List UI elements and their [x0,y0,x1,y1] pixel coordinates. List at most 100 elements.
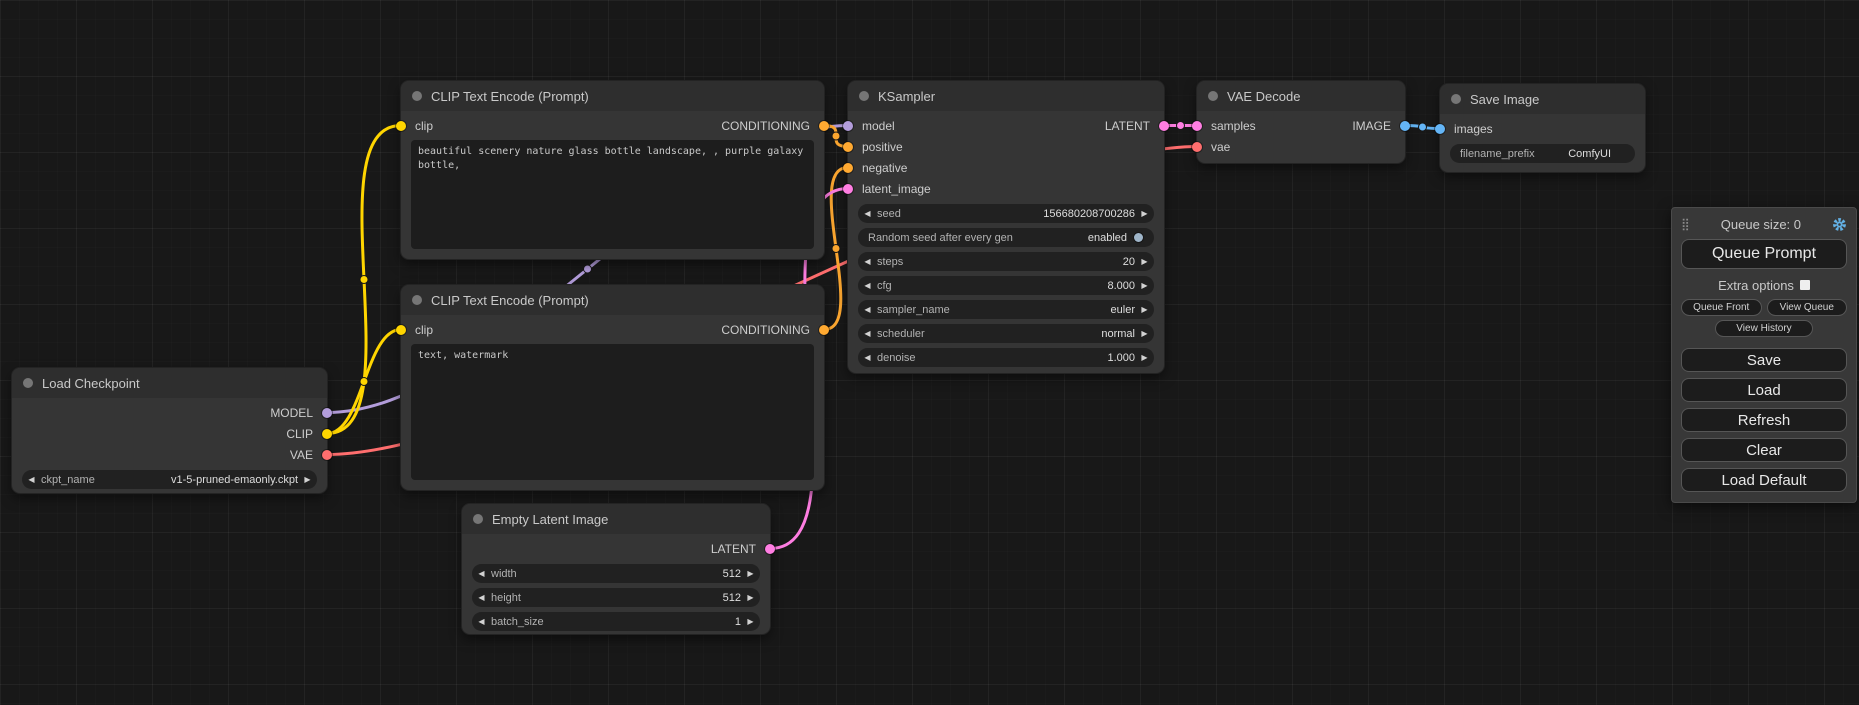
node-save-image[interactable]: Save Image images filename_prefix ComfyU… [1440,84,1645,172]
node-clip-text-encode-positive[interactable]: CLIP Text Encode (Prompt) clip CONDITION… [401,81,824,259]
sampler-name-widget[interactable]: ◀ sampler_name euler ▶ [858,300,1154,319]
image-output-port[interactable] [1400,121,1410,131]
node-empty-latent-image[interactable]: Empty Latent Image LATENT ◀ width 512 ▶ … [462,504,770,634]
prompt-text-input[interactable]: beautiful scenery nature glass bottle la… [411,140,814,249]
load-button[interactable]: Load [1681,378,1847,402]
decrease-arrow-icon[interactable]: ◀ [858,204,877,223]
drag-handle-icon[interactable]: ⣿ [1681,217,1690,231]
queue-buttons-row: Queue Front View Queue [1681,299,1847,316]
negative-input-port[interactable] [843,163,853,173]
prompt-text-input[interactable]: text, watermark [411,344,814,480]
steps-widget[interactable]: ◀ steps 20 ▶ [858,252,1154,271]
queue-front-button[interactable]: Queue Front [1681,299,1762,316]
widget-label: Random seed after every gen [868,232,1013,244]
widget-label: denoise [877,352,916,364]
node-title-bar[interactable]: CLIP Text Encode (Prompt) [401,285,824,315]
increase-arrow-icon[interactable]: ▶ [741,612,760,631]
latent-image-input-port[interactable] [843,184,853,194]
decrease-arrow-icon[interactable]: ◀ [472,612,491,631]
decrease-arrow-icon[interactable]: ◀ [472,564,491,583]
save-button[interactable]: Save [1681,348,1847,372]
random-seed-toggle-widget[interactable]: Random seed after every gen enabled [858,228,1154,247]
menu-header: ⣿ Queue size: 0 [1681,213,1847,235]
clip-input-port[interactable] [396,121,406,131]
model-output-port[interactable] [322,408,332,418]
increase-arrow-icon[interactable]: ▶ [1135,276,1154,295]
vae-input-port[interactable] [1192,142,1202,152]
samples-input-slot: samples [1197,115,1301,136]
positive-input-port[interactable] [843,142,853,152]
refresh-button[interactable]: Refresh [1681,408,1847,432]
prev-value-arrow-icon[interactable]: ◀ [22,470,41,489]
decrease-arrow-icon[interactable]: ◀ [858,276,877,295]
ckpt-name-widget[interactable]: ◀ ckpt_name v1-5-pruned-emaonly.ckpt ▶ [22,470,317,489]
toggle-indicator-icon[interactable] [1134,233,1143,242]
collapse-dot[interactable] [473,514,483,524]
latent-output-port[interactable] [1159,121,1169,131]
model-input-label: model [862,119,895,133]
prev-value-arrow-icon[interactable]: ◀ [858,324,877,343]
model-input-port[interactable] [843,121,853,131]
increase-arrow-icon[interactable]: ▶ [1135,348,1154,367]
increase-arrow-icon[interactable]: ▶ [741,564,760,583]
node-title-bar[interactable]: Load Checkpoint [12,368,327,398]
node-clip-text-encode-negative[interactable]: CLIP Text Encode (Prompt) clip CONDITION… [401,285,824,490]
node-load-checkpoint[interactable]: Load Checkpoint MODEL CLIP VAE ◀ [12,368,327,493]
positive-input-label: positive [862,140,903,154]
cfg-widget[interactable]: ◀ cfg 8.000 ▶ [858,276,1154,295]
widget-value: 512 [723,568,741,580]
collapse-dot[interactable] [1208,91,1218,101]
node-title-bar[interactable]: Empty Latent Image [462,504,770,534]
node-title-bar[interactable]: Save Image [1440,84,1645,114]
images-input-port[interactable] [1435,124,1445,134]
node-vae-decode[interactable]: VAE Decode samples vae IMAGE [1197,81,1405,163]
samples-input-port[interactable] [1192,121,1202,131]
decrease-arrow-icon[interactable]: ◀ [858,348,877,367]
prev-value-arrow-icon[interactable]: ◀ [858,300,877,319]
height-widget[interactable]: ◀ height 512 ▶ [472,588,760,607]
node-title-bar[interactable]: CLIP Text Encode (Prompt) [401,81,824,111]
vae-output-port[interactable] [322,450,332,460]
node-graph-canvas[interactable]: Load Checkpoint MODEL CLIP VAE ◀ [0,0,1859,705]
node-ksampler[interactable]: KSampler model positive negative lat [848,81,1164,373]
view-history-button[interactable]: View History [1715,320,1813,337]
decrease-arrow-icon[interactable]: ◀ [858,252,877,271]
conditioning-output-port[interactable] [819,325,829,335]
filename-prefix-widget[interactable]: filename_prefix ComfyUI [1450,144,1635,163]
node-title-bar[interactable]: VAE Decode [1197,81,1405,111]
increase-arrow-icon[interactable]: ▶ [741,588,760,607]
widget-label: cfg [877,280,892,292]
collapse-dot[interactable] [859,91,869,101]
collapse-dot[interactable] [412,295,422,305]
collapse-dot[interactable] [1451,94,1461,104]
clip-output-port[interactable] [322,429,332,439]
scheduler-widget[interactable]: ◀ scheduler normal ▶ [858,324,1154,343]
extra-options-checkbox[interactable] [1800,280,1810,290]
queue-prompt-button[interactable]: Queue Prompt [1681,239,1847,269]
node-title: Load Checkpoint [42,376,140,391]
width-widget[interactable]: ◀ width 512 ▶ [472,564,760,583]
collapse-dot[interactable] [412,91,422,101]
latent-output-port[interactable] [765,544,775,554]
increase-arrow-icon[interactable]: ▶ [1135,252,1154,271]
negative-input-slot: negative [848,157,1006,178]
denoise-widget[interactable]: ◀ denoise 1.000 ▶ [858,348,1154,367]
node-title: Save Image [1470,92,1539,107]
view-queue-button[interactable]: View Queue [1767,299,1848,316]
collapse-dot[interactable] [23,378,33,388]
batch-size-widget[interactable]: ◀ batch_size 1 ▶ [472,612,760,631]
load-default-button[interactable]: Load Default [1681,468,1847,492]
conditioning-output-port[interactable] [819,121,829,131]
decrease-arrow-icon[interactable]: ◀ [472,588,491,607]
clip-output-label: CLIP [286,427,313,441]
increase-arrow-icon[interactable]: ▶ [1135,204,1154,223]
next-value-arrow-icon[interactable]: ▶ [1135,324,1154,343]
settings-gear-icon[interactable] [1832,217,1847,232]
seed-widget[interactable]: ◀ seed 156680208700286 ▶ [858,204,1154,223]
clip-input-port[interactable] [396,325,406,335]
widget-label: batch_size [491,616,544,628]
node-title-bar[interactable]: KSampler [848,81,1164,111]
next-value-arrow-icon[interactable]: ▶ [298,470,317,489]
next-value-arrow-icon[interactable]: ▶ [1135,300,1154,319]
clear-button[interactable]: Clear [1681,438,1847,462]
